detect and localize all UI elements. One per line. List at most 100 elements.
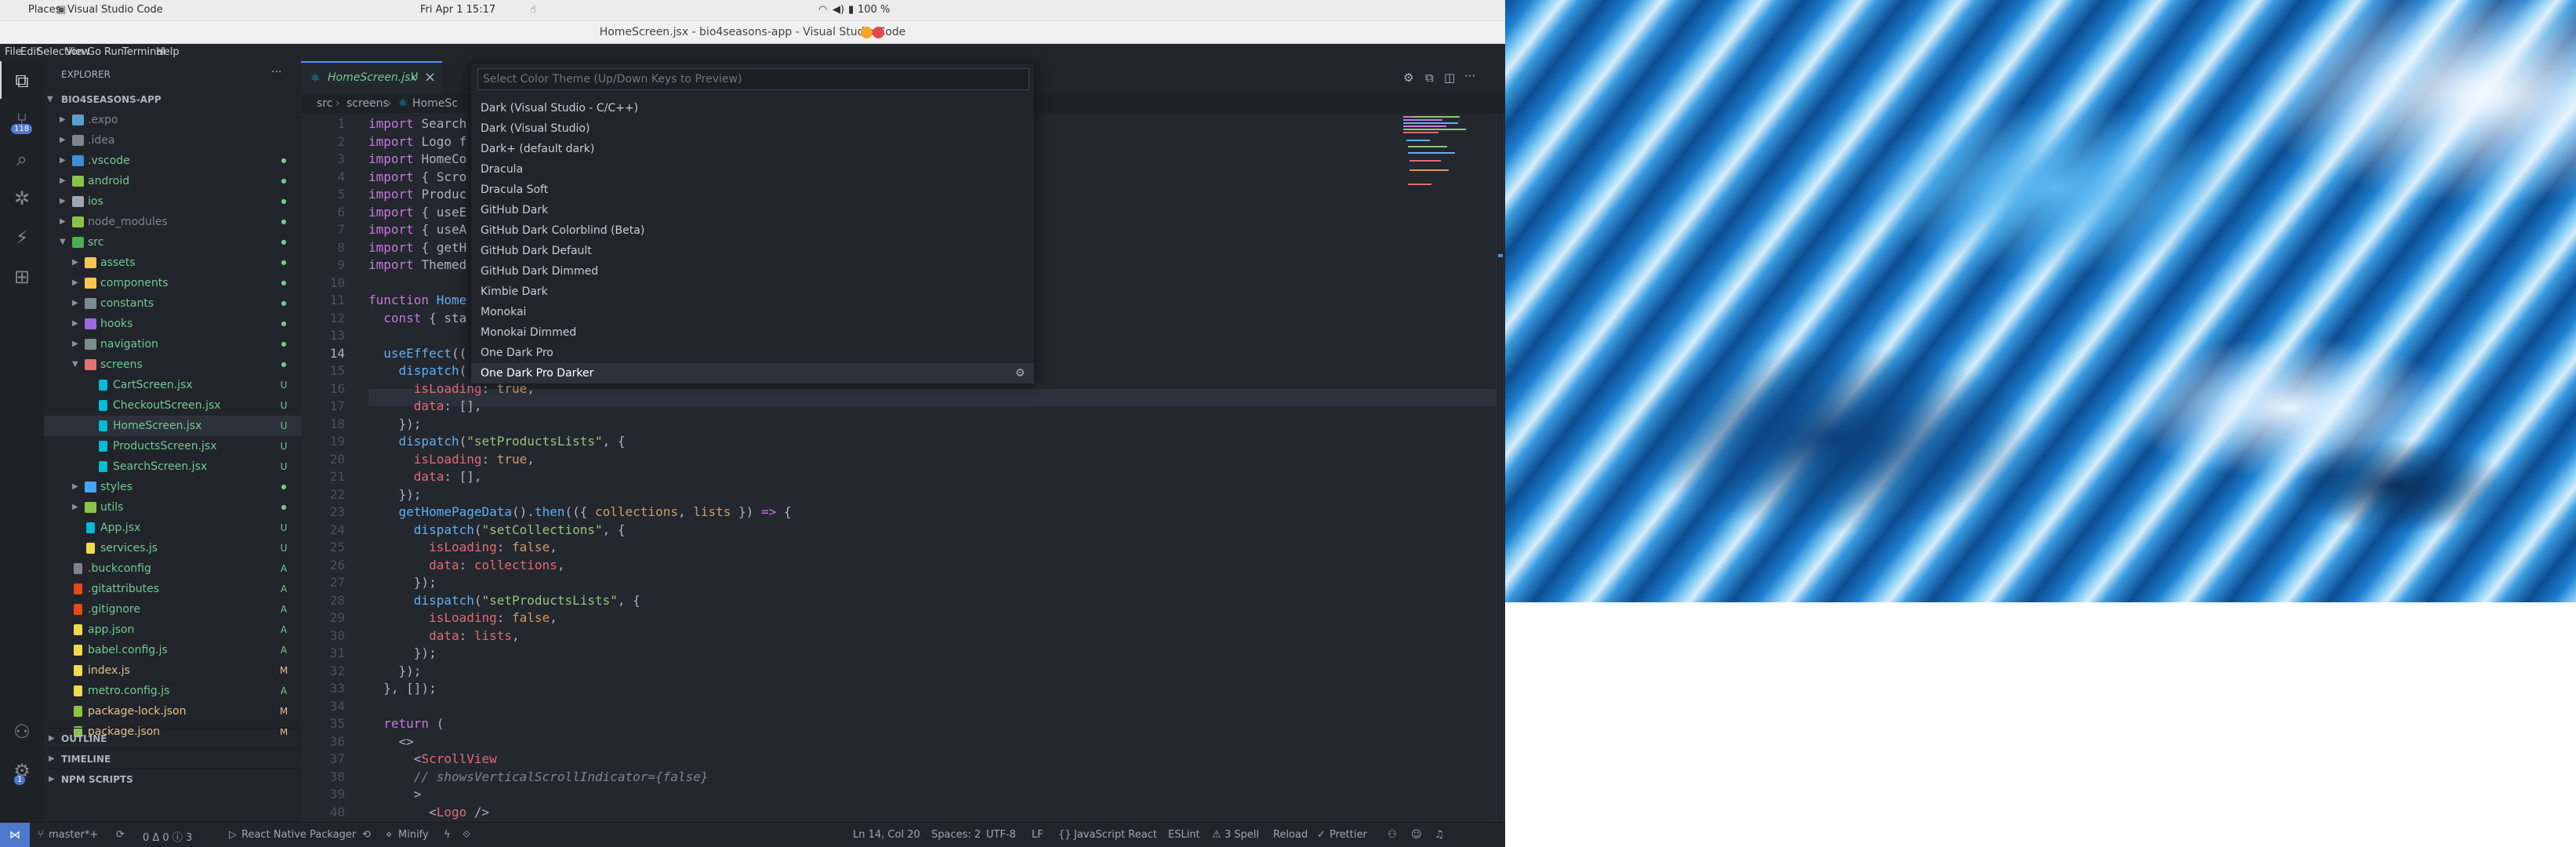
tree-item[interactable]: .gitattributes A (44, 579, 301, 599)
theme-option[interactable]: One Dark Pro (471, 343, 1034, 363)
manage-theme-gear-icon[interactable]: ⚙ (1015, 363, 1025, 384)
accounts-icon[interactable]: ⚇ (9, 718, 35, 745)
volume-icon[interactable]: ◀) (833, 4, 844, 16)
tree-item[interactable]: ▶ components ● (44, 273, 301, 293)
minimize-button[interactable] (861, 27, 873, 38)
breadcrumb-src[interactable]: src (317, 94, 332, 113)
split-editor-icon[interactable]: ◫ (1444, 71, 1455, 85)
reload-button[interactable]: Reload (1273, 829, 1308, 841)
tree-item[interactable]: ▶ styles ● (44, 477, 301, 497)
theme-option[interactable]: Kimbie Dark (471, 282, 1034, 302)
tree-item[interactable]: CartScreen.jsx U (44, 375, 301, 395)
spell-check[interactable]: 3 Spell (1225, 829, 1259, 841)
extensions-icon[interactable]: ⊞ (9, 264, 35, 290)
menu-file[interactable]: File (5, 46, 22, 58)
tree-item[interactable]: .buckconfig A (44, 558, 301, 579)
theme-option[interactable]: Dark (Visual Studio - C/C++) (471, 98, 1034, 118)
editor-scrollbar[interactable] (1496, 113, 1505, 822)
explorer-icon[interactable]: ⧉ (9, 67, 35, 94)
tree-item[interactable]: ▶ navigation ● (44, 334, 301, 354)
tree-item[interactable]: babel.config.js A (44, 640, 301, 660)
language-mode[interactable]: JavaScript React (1074, 829, 1157, 841)
app-menu[interactable]: Visual Studio Code (67, 4, 163, 16)
tree-item[interactable]: ▼ screens ● (44, 354, 301, 375)
prettier-status[interactable]: Prettier (1330, 829, 1367, 841)
split-preview-icon[interactable]: ⧉ (1425, 71, 1434, 85)
end-of-line[interactable]: LF (1032, 829, 1043, 841)
bolt-icon[interactable]: ϟ (444, 829, 451, 841)
tree-item[interactable]: ▼ src ● (44, 232, 301, 253)
tree-item[interactable]: index.js M (44, 660, 301, 681)
tree-item[interactable]: ▶ .vscode ● (44, 151, 301, 171)
tree-item[interactable]: package-lock.json M (44, 701, 301, 722)
problems-indicator[interactable]: 0 Δ 0 ⓘ 3 (143, 829, 192, 844)
git-branch[interactable]: master*+ (49, 829, 98, 841)
tree-item[interactable]: metro.config.js A (44, 681, 301, 701)
tree-item[interactable]: ▶ ios ● (44, 191, 301, 212)
wifi-icon[interactable]: ◠ (818, 4, 827, 16)
theme-option[interactable]: Dark (Visual Studio) (471, 118, 1034, 139)
tree-item[interactable]: ▶ constants ● (44, 293, 301, 314)
tree-item[interactable]: ProductsScreen.jsx U (44, 436, 301, 456)
remote-indicator-icon[interactable]: ⋈ (0, 823, 30, 847)
close-window-button[interactable] (873, 27, 884, 38)
outline-section[interactable]: ▶ OUTLINE (44, 728, 301, 748)
eslint-status[interactable]: ESLint (1168, 829, 1200, 841)
theme-search-input[interactable]: Select Color Theme (Up/Down Keys to Prev… (477, 68, 1029, 90)
tree-item[interactable]: ▶ hooks ● (44, 314, 301, 334)
tab-close-icon[interactable]: × (424, 69, 436, 85)
theme-option[interactable]: GitHub Dark Dimmed (471, 261, 1034, 282)
theme-option[interactable]: Dark+ (default dark) (471, 139, 1034, 159)
tree-item[interactable]: services.js U (44, 538, 301, 558)
theme-option[interactable]: One Dark Pro Darker ⚙ (471, 363, 1034, 384)
tree-item[interactable]: ▶ assets ● (44, 253, 301, 273)
tree-item[interactable]: .gitignore A (44, 599, 301, 620)
npm-scripts-section[interactable]: ▶ NPM SCRIPTS (44, 769, 301, 789)
theme-option[interactable]: GitHub Dark Default (471, 241, 1034, 261)
tree-item[interactable]: ▶ android ● (44, 171, 301, 191)
sync-icon[interactable]: ⟳ (116, 829, 125, 841)
tree-item[interactable]: SearchScreen.jsx U (44, 456, 301, 477)
remote-explorer-icon[interactable]: ⚡ (9, 224, 35, 251)
search-icon[interactable]: ⌕ (9, 146, 35, 173)
theme-option[interactable]: Dracula (471, 159, 1034, 180)
workspace-root[interactable]: ▼ BIO4SEASONS-APP (44, 89, 301, 110)
clock[interactable]: Fri Apr 1 15:17 (420, 4, 495, 16)
react-native-packager[interactable]: React Native Packager (241, 829, 356, 841)
debug-icon[interactable]: ✲ (9, 185, 35, 212)
tree-item[interactable]: HomeScreen.jsx U (44, 416, 301, 436)
battery-icon[interactable]: ▮ (848, 4, 854, 16)
theme-option[interactable]: GitHub Dark Colorblind (Beta) (471, 220, 1034, 241)
color-settings-icon[interactable]: ⚙ (1403, 71, 1413, 85)
feedback-icon[interactable]: ☺ (1411, 829, 1422, 841)
tab-homescreen[interactable]: ⚛ HomeScreen.jsx U × (301, 61, 442, 94)
tree-item[interactable]: ▶ utils ● (44, 497, 301, 518)
minimap[interactable] (1403, 113, 1497, 199)
notifications-bell-icon[interactable]: ♫ (1435, 829, 1444, 841)
refresh-icon[interactable]: ⟲ (362, 829, 371, 841)
encoding[interactable]: UTF-8 (986, 829, 1016, 841)
cursor-position[interactable]: Ln 14, Col 20 (853, 829, 920, 841)
theme-option[interactable]: GitHub Dark (471, 200, 1034, 220)
tree-item[interactable]: CheckoutScreen.jsx U (44, 395, 301, 416)
theme-option[interactable]: Monokai Dimmed (471, 322, 1034, 343)
tree-item[interactable]: App.jsx U (44, 518, 301, 538)
more-actions-icon[interactable]: ··· (1464, 69, 1475, 83)
minify-button[interactable]: Minify (398, 829, 429, 841)
menu-go[interactable]: Go (87, 46, 101, 58)
live-share-icon[interactable]: ⟐ (463, 829, 470, 841)
tree-item[interactable]: app.json A (44, 620, 301, 640)
tree-item[interactable]: ▶ .idea (44, 130, 301, 151)
menu-help[interactable]: Help (156, 46, 180, 58)
timeline-section[interactable]: ▶ TIMELINE (44, 748, 301, 769)
theme-option[interactable]: Dracula Soft (471, 180, 1034, 200)
theme-option[interactable]: Monokai (471, 302, 1034, 322)
explorer-more-icon[interactable]: ··· (271, 66, 281, 78)
tree-item[interactable]: ▶ .expo (44, 110, 301, 130)
breadcrumb-screens[interactable]: screens (346, 94, 389, 113)
indentation[interactable]: Spaces: 2 (931, 829, 981, 841)
accounts-status-icon[interactable]: ⚇ (1388, 829, 1397, 841)
tree-item[interactable]: ▶ node_modules ● (44, 212, 301, 232)
menu-run[interactable]: Run (104, 46, 124, 58)
breadcrumb-file[interactable]: HomeSc (412, 94, 458, 113)
